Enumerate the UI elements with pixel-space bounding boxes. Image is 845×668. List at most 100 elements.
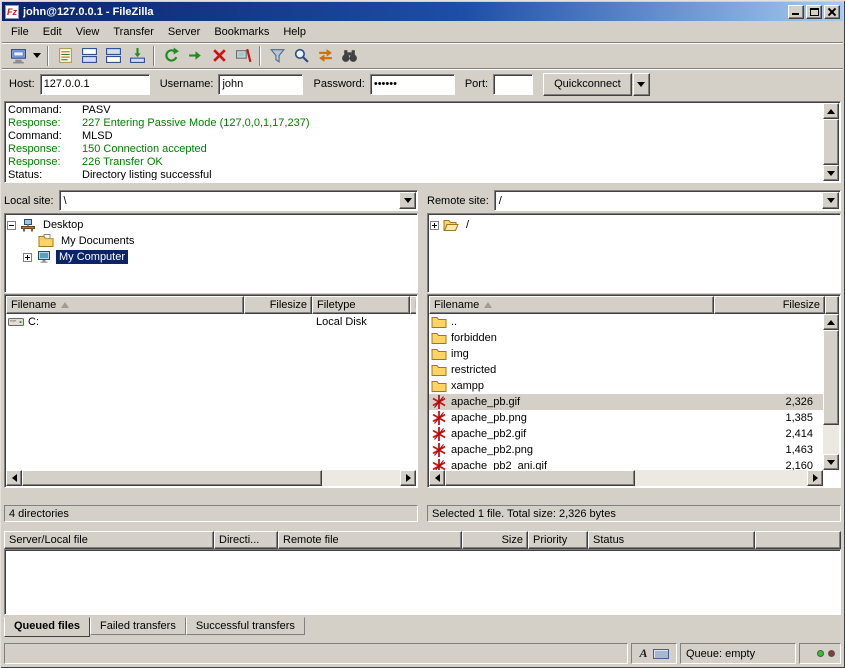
scroll-down-icon[interactable] <box>823 165 839 181</box>
collapse-icon[interactable] <box>7 221 16 230</box>
file-name: img <box>451 348 469 360</box>
apache-image-icon <box>431 394 447 410</box>
toggle-local-tree-icon[interactable] <box>77 44 101 68</box>
column-header-filetype[interactable]: Filetype <box>312 296 410 314</box>
send-led-icon <box>828 650 835 657</box>
scroll-up-icon[interactable] <box>823 314 839 330</box>
remote-file-row[interactable]: img <box>429 346 823 362</box>
minimize-button[interactable] <box>788 5 804 19</box>
menu-edit[interactable]: Edit <box>36 23 69 41</box>
column-header-status[interactable]: Status <box>588 531 755 549</box>
file-size: 1,463 <box>714 444 819 456</box>
host-input[interactable] <box>40 74 150 95</box>
close-button[interactable] <box>824 5 840 19</box>
scroll-right-icon[interactable] <box>400 470 416 486</box>
scrollbar-thumb[interactable] <box>445 470 635 486</box>
remote-file-row[interactable]: apache_pb2.gif 2,414 <box>429 426 823 442</box>
tree-item-my-computer[interactable]: My Computer <box>7 249 415 265</box>
tree-item-desktop[interactable]: Desktop <box>7 217 415 233</box>
tree-item-root[interactable]: / <box>430 217 838 233</box>
expand-icon[interactable] <box>430 221 439 230</box>
scroll-left-icon[interactable] <box>6 470 22 486</box>
column-header-direction[interactable]: Directi... <box>214 531 278 549</box>
file-type: Local Disk <box>312 316 410 328</box>
menu-help[interactable]: Help <box>276 23 313 41</box>
scroll-right-icon[interactable] <box>807 470 823 486</box>
remote-file-row[interactable]: .. <box>429 314 823 330</box>
transfer-queue-list[interactable] <box>4 549 841 615</box>
site-manager-dropdown-icon[interactable] <box>30 44 43 68</box>
synchronized-browsing-icon[interactable] <box>313 44 337 68</box>
local-horizontal-scrollbar[interactable] <box>6 470 416 486</box>
username-input[interactable] <box>218 74 303 95</box>
remote-file-row[interactable]: forbidden <box>429 330 823 346</box>
tab-queued-files[interactable]: Queued files <box>4 617 90 637</box>
disconnect-icon[interactable] <box>231 44 255 68</box>
toggle-transfer-queue-icon[interactable] <box>125 44 149 68</box>
column-header-size[interactable]: Size <box>462 531 528 549</box>
scrollbar-thumb[interactable] <box>823 330 839 425</box>
remote-file-row[interactable]: restricted <box>429 362 823 378</box>
password-label: Password: <box>313 78 364 90</box>
scrollbar-thumb[interactable] <box>22 470 322 486</box>
expand-icon[interactable] <box>23 253 32 262</box>
remote-file-row[interactable]: apache_pb2_ani.gif 2,160 <box>429 458 823 470</box>
column-header-filesize[interactable]: Filesize <box>714 296 825 314</box>
tree-item-my-documents[interactable]: My Documents <box>7 233 415 249</box>
remote-file-row[interactable]: xampp <box>429 378 823 394</box>
site-manager-icon[interactable] <box>6 44 30 68</box>
minimize-icon <box>792 13 799 15</box>
remote-vertical-scrollbar[interactable] <box>823 314 839 470</box>
scroll-left-icon[interactable] <box>429 470 445 486</box>
quickconnect-button[interactable]: Quickconnect <box>543 73 632 96</box>
filezilla-window: Fz john@127.0.0.1 - FileZilla File Edit … <box>0 0 845 668</box>
scroll-down-icon[interactable] <box>823 454 839 470</box>
title-bar[interactable]: Fz john@127.0.0.1 - FileZilla <box>2 2 843 21</box>
file-size: 1,385 <box>714 412 819 424</box>
column-header-filesize[interactable]: Filesize <box>244 296 312 314</box>
remote-site-combo[interactable]: / <box>494 190 841 211</box>
column-header-remote-file[interactable]: Remote file <box>278 531 462 549</box>
toggle-remote-tree-icon[interactable] <box>101 44 125 68</box>
column-header-filename[interactable]: Filename <box>429 296 714 314</box>
maximize-button[interactable] <box>806 5 822 19</box>
combo-dropdown-icon[interactable] <box>822 192 839 209</box>
column-header-server-local-file[interactable]: Server/Local file <box>4 531 214 549</box>
log-scrollbar[interactable] <box>823 103 839 181</box>
filezilla-logo-icon: Fz <box>5 5 19 19</box>
password-input[interactable] <box>370 74 455 95</box>
filter-icon[interactable] <box>265 44 289 68</box>
menu-file[interactable]: File <box>4 23 36 41</box>
directory-comparison-icon[interactable] <box>289 44 313 68</box>
column-header-lastmodified[interactable]: L <box>410 296 416 314</box>
refresh-icon[interactable] <box>159 44 183 68</box>
scrollbar-thumb[interactable] <box>823 119 839 165</box>
sort-ascending-icon <box>484 302 492 308</box>
scroll-up-icon[interactable] <box>823 103 839 119</box>
local-file-row[interactable]: C: Local Disk <box>6 314 416 330</box>
local-site-label: Local site: <box>4 195 59 207</box>
apache-image-icon <box>431 442 447 458</box>
remote-horizontal-scrollbar[interactable] <box>429 470 823 486</box>
menu-view[interactable]: View <box>69 23 107 41</box>
port-input[interactable] <box>493 74 533 95</box>
folder-open-icon <box>443 217 459 233</box>
remote-file-row[interactable]: apache_pb2.png 1,463 <box>429 442 823 458</box>
tab-failed-transfers[interactable]: Failed transfers <box>90 617 186 635</box>
remote-file-row[interactable]: apache_pb.png 1,385 <box>429 410 823 426</box>
toggle-message-log-icon[interactable] <box>53 44 77 68</box>
menu-transfer[interactable]: Transfer <box>106 23 161 41</box>
cancel-operation-icon[interactable] <box>207 44 231 68</box>
tab-successful-transfers[interactable]: Successful transfers <box>186 617 305 635</box>
folder-icon <box>431 314 447 330</box>
find-files-icon[interactable] <box>337 44 361 68</box>
column-header-priority[interactable]: Priority <box>528 531 588 549</box>
column-header-filename[interactable]: Filename <box>6 296 244 314</box>
process-queue-icon[interactable] <box>183 44 207 68</box>
quickconnect-dropdown[interactable] <box>633 73 650 96</box>
remote-file-row-selected[interactable]: apache_pb.gif 2,326 <box>429 394 823 410</box>
local-site-combo[interactable]: \ <box>59 190 418 211</box>
menu-server[interactable]: Server <box>161 23 207 41</box>
combo-dropdown-icon[interactable] <box>399 192 416 209</box>
menu-bookmarks[interactable]: Bookmarks <box>207 23 276 41</box>
